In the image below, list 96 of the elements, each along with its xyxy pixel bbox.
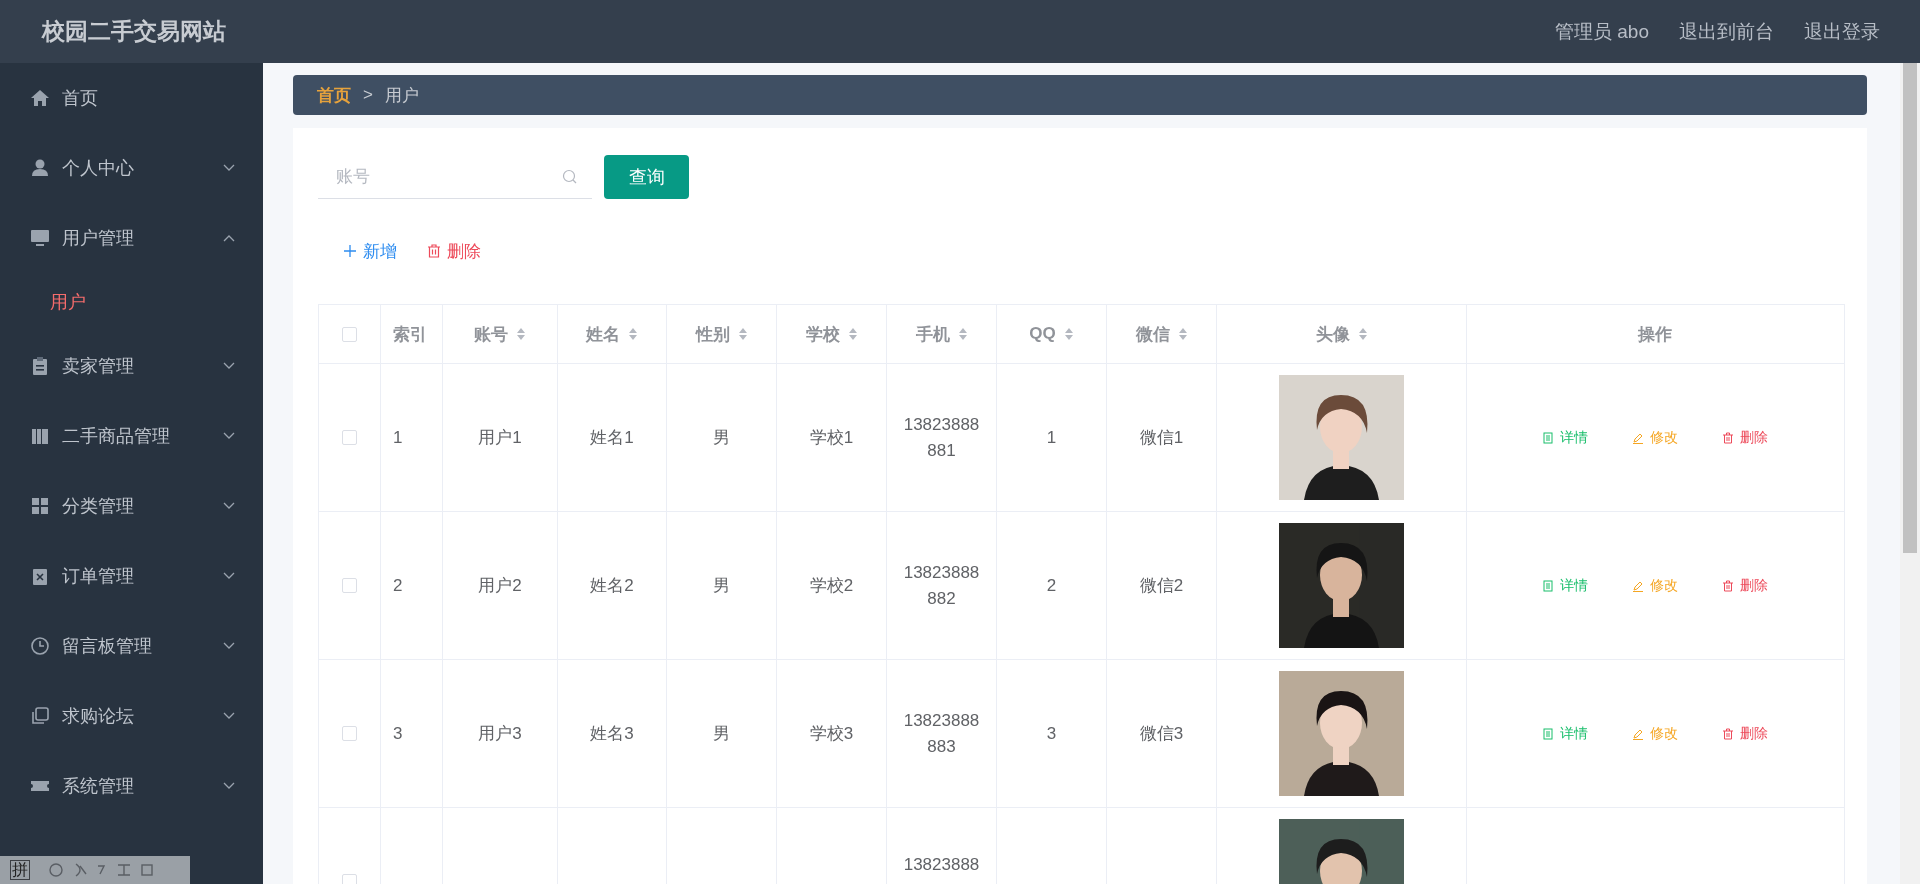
trash-icon — [1721, 727, 1734, 740]
scrollbar-thumb[interactable] — [1903, 63, 1917, 553]
sidebar-subitem[interactable]: 用户 — [0, 273, 263, 331]
plus-icon — [343, 244, 357, 258]
table-cell: 2 — [1046, 575, 1057, 596]
user-icon — [30, 158, 50, 178]
header-link[interactable]: 退出到前台 — [1679, 18, 1774, 45]
column-header: 头像 — [1315, 323, 1350, 346]
sidebar-item[interactable]: 系统管理 — [0, 751, 263, 821]
table-cell-text: 学校2 — [809, 575, 854, 597]
pencil-icon — [1631, 579, 1644, 592]
column-header: QQ — [1029, 324, 1056, 344]
clock-icon — [30, 636, 50, 656]
column-header: 学校 — [805, 323, 840, 346]
table-cell-text: 13823888881 — [903, 414, 980, 462]
row-action-link[interactable]: 删除 — [1721, 724, 1768, 743]
table-cell-text: 学校3 — [809, 723, 854, 745]
table-cell-text: 姓名2 — [590, 575, 634, 597]
column-header: 姓名 — [586, 323, 620, 346]
table-cell: 1 — [393, 427, 403, 448]
sort-icon[interactable] — [516, 327, 526, 341]
sidebar-item[interactable]: 分类管理 — [0, 471, 263, 541]
row-checkbox[interactable] — [342, 430, 357, 445]
sidebar-item[interactable]: 首页 — [0, 63, 263, 133]
row-checkbox[interactable] — [342, 726, 357, 741]
column-header: 操作 — [1637, 323, 1672, 346]
scrollbar[interactable] — [1900, 63, 1920, 884]
row-action-link[interactable]: 删除 — [1721, 576, 1768, 595]
trash-icon — [1721, 431, 1734, 444]
sort-icon[interactable] — [847, 327, 858, 341]
sort-icon[interactable] — [1063, 327, 1074, 341]
sidebar-item[interactable]: 二手商品管理 — [0, 401, 263, 471]
breadcrumb-separator: > — [363, 85, 373, 105]
column-header: 性别 — [695, 323, 730, 346]
pencil-icon — [1631, 431, 1644, 444]
search-field[interactable]: 账号 — [336, 156, 562, 197]
sort-icon[interactable] — [1357, 327, 1368, 341]
search-icon — [562, 168, 578, 185]
add-button[interactable]: 新增 — [343, 235, 397, 267]
table-cell-text: 用户3 — [478, 723, 522, 745]
monitor-icon — [30, 228, 50, 248]
sidebar-item[interactable]: 用户管理 — [0, 203, 263, 273]
table-cell: 3 — [393, 723, 403, 744]
select-all-checkbox[interactable] — [342, 326, 357, 342]
sidebar-item[interactable]: 卖家管理 — [0, 331, 263, 401]
trash-icon — [1721, 579, 1734, 592]
table-cell-text: 男 — [713, 723, 730, 745]
books-icon — [30, 426, 50, 446]
clipboard-icon — [30, 356, 50, 376]
table-cell-text: 姓名3 — [590, 723, 634, 745]
table-cell-text: 13823888882 — [903, 562, 980, 610]
column-header: 手机 — [915, 323, 950, 346]
sort-icon[interactable] — [737, 327, 748, 341]
table-cell-text: 微信2 — [1139, 575, 1184, 597]
sidebar-item[interactable]: 求购论坛 — [0, 681, 263, 751]
column-header: 索引 — [393, 323, 427, 346]
copy-icon — [30, 706, 50, 726]
sort-icon[interactable] — [1177, 327, 1188, 341]
sort-icon[interactable] — [957, 327, 968, 341]
table-cell: 2 — [393, 575, 403, 596]
breadcrumb-link[interactable]: 用户 — [384, 83, 419, 107]
document-icon — [1541, 431, 1554, 444]
site-title: 校园二手交易网站 — [42, 17, 226, 46]
document-icon — [1541, 727, 1554, 740]
home-icon — [30, 88, 50, 108]
grid-icon — [30, 496, 50, 516]
table-cell-text: 13823888883 — [903, 710, 980, 758]
column-header: 账号 — [474, 323, 508, 346]
sidebar-item[interactable]: 个人中心 — [0, 133, 263, 203]
trash-icon — [427, 244, 441, 258]
table-cell-text: 微信1 — [1139, 427, 1184, 449]
query-button[interactable]: 查询 — [604, 155, 689, 199]
table-cell-text: 用户2 — [478, 575, 522, 597]
table-cell-text: 13823888 — [903, 854, 980, 876]
ime-mode-button[interactable]: 拼 — [10, 860, 30, 880]
breadcrumb-link[interactable]: 首页 — [317, 83, 351, 107]
table-cell-text: 学校1 — [809, 427, 854, 449]
table-cell-text: 男 — [713, 575, 730, 597]
sort-icon[interactable] — [628, 327, 638, 341]
order-icon — [30, 566, 50, 586]
pencil-icon — [1631, 727, 1644, 740]
delete-button[interactable]: 删除 — [427, 235, 481, 267]
row-checkbox[interactable] — [342, 578, 357, 593]
header-link[interactable]: 退出登录 — [1804, 18, 1880, 45]
header-link[interactable]: 管理员 abo — [1555, 18, 1649, 45]
table-cell-text: 男 — [713, 427, 730, 449]
table-cell-text: 微信3 — [1139, 723, 1184, 745]
row-action-link[interactable]: 删除 — [1721, 428, 1768, 447]
table-cell: 1 — [1046, 427, 1057, 448]
table-cell: 3 — [1046, 723, 1057, 744]
table-cell-text: 用户1 — [478, 427, 522, 449]
document-icon — [1541, 579, 1554, 592]
table-cell-text: 姓名1 — [590, 427, 634, 449]
sidebar-item[interactable]: 留言板管理 — [0, 611, 263, 681]
column-header: 微信 — [1135, 323, 1170, 346]
sidebar-item[interactable]: 订单管理 — [0, 541, 263, 611]
